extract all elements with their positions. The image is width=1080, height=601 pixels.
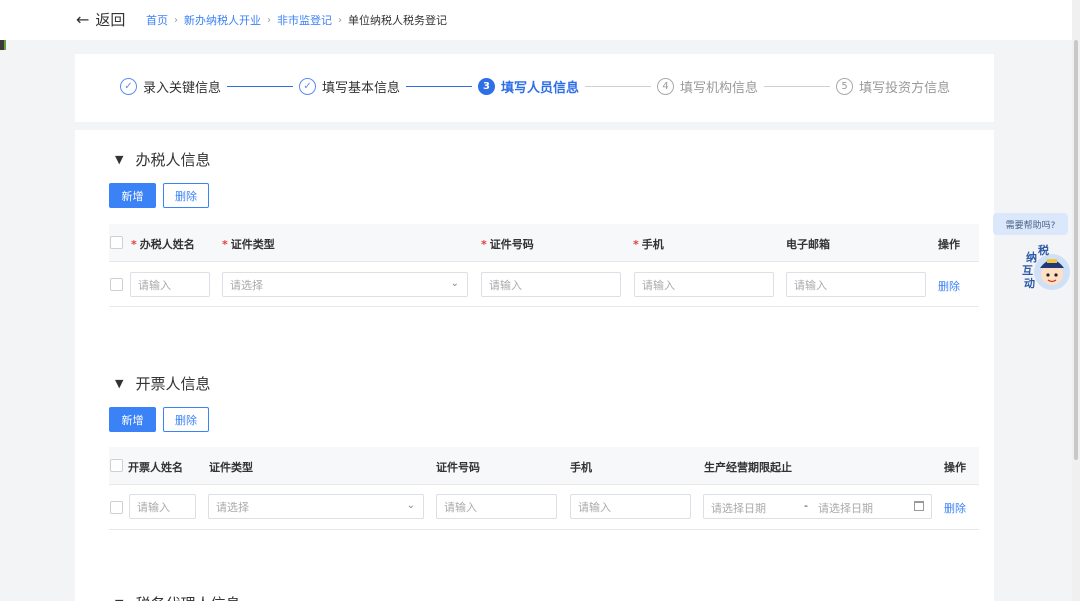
id-type-select[interactable]: 请选择 ⌄: [222, 272, 468, 297]
scrollbar-thumb[interactable]: [1074, 40, 1078, 460]
step-1[interactable]: ✓ 录入关键信息: [120, 77, 221, 96]
table-row: 请输入 请选择 ⌄ 请输入 请输入 请输入 删除: [109, 262, 979, 307]
delete-tax-handler-button[interactable]: 删除: [163, 183, 209, 208]
step-label: 填写人员信息: [501, 81, 580, 96]
step-number: 3: [478, 78, 496, 95]
chevron-down-icon: ⌄: [406, 500, 415, 511]
section-title: 开票人信息: [135, 375, 211, 393]
select-placeholder: 请选择: [216, 500, 249, 514]
step-number: 5: [836, 78, 854, 95]
invoice-issuer-table-header: 开票人姓名 证件类型 证件号码 手机 生产经营期限起止 操作: [109, 447, 979, 485]
top-bar: ← 返回 首页 › 新办纳税人开业 › 非市监登记 › 单位纳税人税务登记: [0, 0, 1072, 40]
back-button[interactable]: ← 返回: [76, 9, 125, 30]
tax-handler-table-header: * 办税人姓名 * 证件类型 * 证件号码 * 手机 电子邮箱 操作: [109, 224, 979, 262]
delete-invoice-issuer-button[interactable]: 删除: [163, 407, 209, 432]
chevron-right-icon: ›: [267, 14, 271, 26]
section-title: 税务代理人信息: [135, 593, 240, 601]
breadcrumb: 首页 › 新办纳税人开业 › 非市监登记 › 单位纳税人税务登记: [146, 12, 447, 28]
column-header: * 证件类型: [222, 238, 275, 251]
breadcrumb-non-market[interactable]: 非市监登记: [277, 12, 332, 28]
date-separator: -: [804, 499, 808, 512]
add-tax-handler-button[interactable]: 新增: [109, 183, 156, 208]
step-label: 填写基本信息: [322, 81, 401, 96]
column-header: 开票人姓名: [128, 461, 183, 474]
step-2[interactable]: ✓ 填写基本信息: [299, 77, 400, 96]
column-header: * 手机: [633, 238, 664, 251]
check-icon: ✓: [120, 78, 137, 95]
step-connector: [406, 86, 473, 87]
step-5: 5 填写投资方信息: [836, 77, 950, 96]
triangle-down-icon: ▼: [115, 377, 124, 390]
phone-input[interactable]: 请输入: [634, 272, 774, 297]
column-header: 证件类型: [209, 461, 253, 474]
section-toggle-invoice-issuer[interactable]: ▼ 开票人信息: [115, 373, 210, 394]
step-connector: [585, 86, 652, 87]
step-connector: [227, 86, 294, 87]
mascot-char: 动: [1024, 277, 1035, 290]
phone-input[interactable]: 请输入: [570, 494, 691, 519]
id-number-input[interactable]: 请输入: [436, 494, 557, 519]
table-row: 请输入 请选择 ⌄ 请输入 请输入 请选择日期 - 请选择日期 删除: [109, 485, 979, 530]
row-checkbox[interactable]: [110, 501, 123, 514]
select-placeholder: 请选择: [230, 278, 263, 292]
calendar-icon: [914, 501, 924, 511]
content-card: ▼ 办税人信息 新增 删除 * 办税人姓名 * 证件类型 * 证件号码 * 手机 电子邮…: [75, 130, 994, 601]
breadcrumb-current: 单位纳税人税务登记: [348, 14, 447, 27]
arrow-left-icon: ←: [76, 10, 90, 29]
breadcrumb-home[interactable]: 首页: [146, 12, 168, 28]
chevron-down-icon: ⌄: [450, 278, 459, 289]
delete-row-link[interactable]: 删除: [938, 278, 960, 294]
step-connector: [764, 86, 831, 87]
help-bubble[interactable]: 需要帮助吗?: [993, 213, 1068, 235]
row-checkbox[interactable]: [110, 278, 123, 291]
step-4: 4 填写机构信息: [657, 77, 758, 96]
step-number: 4: [657, 78, 675, 95]
column-header: 操作: [944, 461, 966, 474]
triangle-down-icon: ▼: [115, 153, 124, 166]
column-header: 电子邮箱: [786, 238, 830, 251]
triangle-down-icon: ▼: [115, 597, 123, 601]
column-header: 证件号码: [436, 461, 480, 474]
column-header: * 证件号码: [481, 238, 534, 251]
invoice-issuer-name-input[interactable]: 请输入: [129, 494, 196, 519]
scrollbar[interactable]: [1072, 0, 1080, 601]
steps-card: ✓ 录入关键信息 ✓ 填写基本信息 3 填写人员信息 4 填写机构信息 5 填写…: [75, 54, 994, 122]
add-invoice-issuer-button[interactable]: 新增: [109, 407, 156, 432]
end-date-placeholder: 请选择日期: [818, 502, 873, 515]
chevron-right-icon: ›: [338, 14, 342, 26]
id-number-input[interactable]: 请输入: [481, 272, 621, 297]
select-all-checkbox[interactable]: [110, 236, 123, 249]
step-label: 录入关键信息: [143, 81, 222, 96]
column-header: 生产经营期限起止: [704, 461, 792, 474]
column-header: * 办税人姓名: [131, 238, 195, 251]
section-toggle-tax-agent[interactable]: ▼ 税务代理人信息: [115, 593, 240, 601]
step-label: 填写投资方信息: [859, 81, 951, 96]
section-toggle-tax-handler[interactable]: ▼ 办税人信息: [115, 149, 210, 170]
step-progress: ✓ 录入关键信息 ✓ 填写基本信息 3 填写人员信息 4 填写机构信息 5 填写…: [120, 77, 950, 96]
section-title: 办税人信息: [135, 151, 211, 169]
step-3[interactable]: 3 填写人员信息: [478, 77, 579, 96]
check-icon: ✓: [299, 78, 317, 95]
column-header: 手机: [570, 461, 592, 474]
select-all-checkbox[interactable]: [110, 459, 123, 472]
chevron-right-icon: ›: [174, 14, 178, 26]
breadcrumb-new-taxpayer[interactable]: 新办纳税人开业: [184, 12, 261, 28]
tax-handler-name-input[interactable]: 请输入: [130, 272, 210, 297]
back-label: 返回: [95, 11, 126, 29]
start-date-placeholder: 请选择日期: [711, 502, 766, 515]
step-label: 填写机构信息: [680, 81, 759, 96]
id-type-select[interactable]: 请选择 ⌄: [208, 494, 424, 519]
column-header: 操作: [938, 238, 960, 251]
delete-row-link[interactable]: 删除: [944, 500, 966, 516]
mascot-char: 税: [1038, 244, 1049, 257]
email-input[interactable]: 请输入: [786, 272, 926, 297]
business-period-date-range[interactable]: 请选择日期 - 请选择日期: [703, 494, 932, 519]
